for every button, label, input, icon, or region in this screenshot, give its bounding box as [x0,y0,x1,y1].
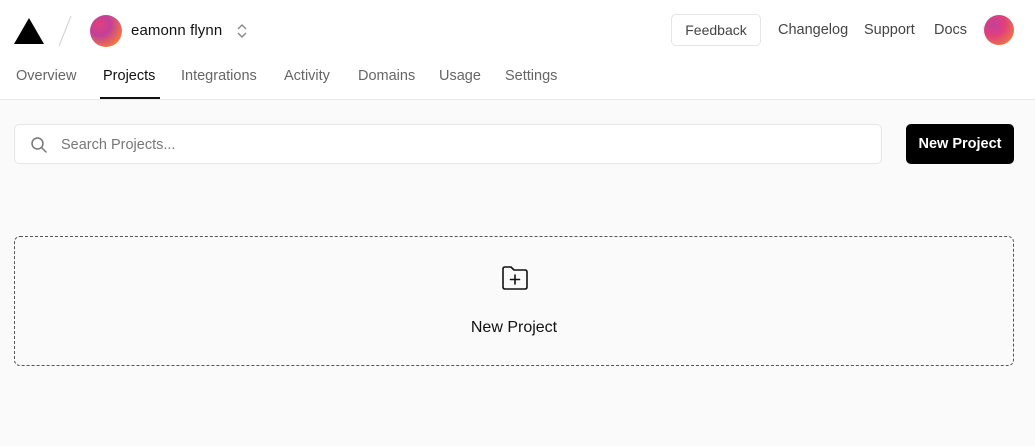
changelog-link[interactable]: Changelog [778,22,848,38]
active-tab-indicator [100,97,160,99]
search-box[interactable] [14,124,882,165]
team-name[interactable]: eamonn flynn [131,22,222,39]
support-link[interactable]: Support [864,22,915,38]
nav-tabs: Overview Projects Integrations Activity … [0,60,1035,100]
new-project-card[interactable]: New Project [14,236,1014,366]
tab-settings[interactable]: Settings [505,68,557,84]
tab-integrations[interactable]: Integrations [181,68,257,84]
chevron-up-down-icon[interactable] [235,22,249,40]
tab-activity[interactable]: Activity [284,68,330,84]
search-input[interactable] [59,125,873,165]
tab-overview[interactable]: Overview [16,68,76,84]
top-header: eamonn flynn Feedback Changelog Support … [0,0,1035,100]
team-avatar[interactable] [90,15,122,47]
search-icon [31,137,47,153]
breadcrumb-separator [58,15,72,47]
tab-projects[interactable]: Projects [103,68,155,84]
tab-usage[interactable]: Usage [439,68,481,84]
docs-link[interactable]: Docs [934,22,967,38]
new-project-button[interactable]: New Project [906,124,1014,164]
folder-plus-icon [502,266,528,290]
triangle-logo-icon[interactable] [14,18,44,44]
user-avatar[interactable] [984,15,1014,45]
new-project-card-label: New Project [470,319,558,336]
feedback-button[interactable]: Feedback [671,14,761,46]
tab-domains[interactable]: Domains [358,68,415,84]
